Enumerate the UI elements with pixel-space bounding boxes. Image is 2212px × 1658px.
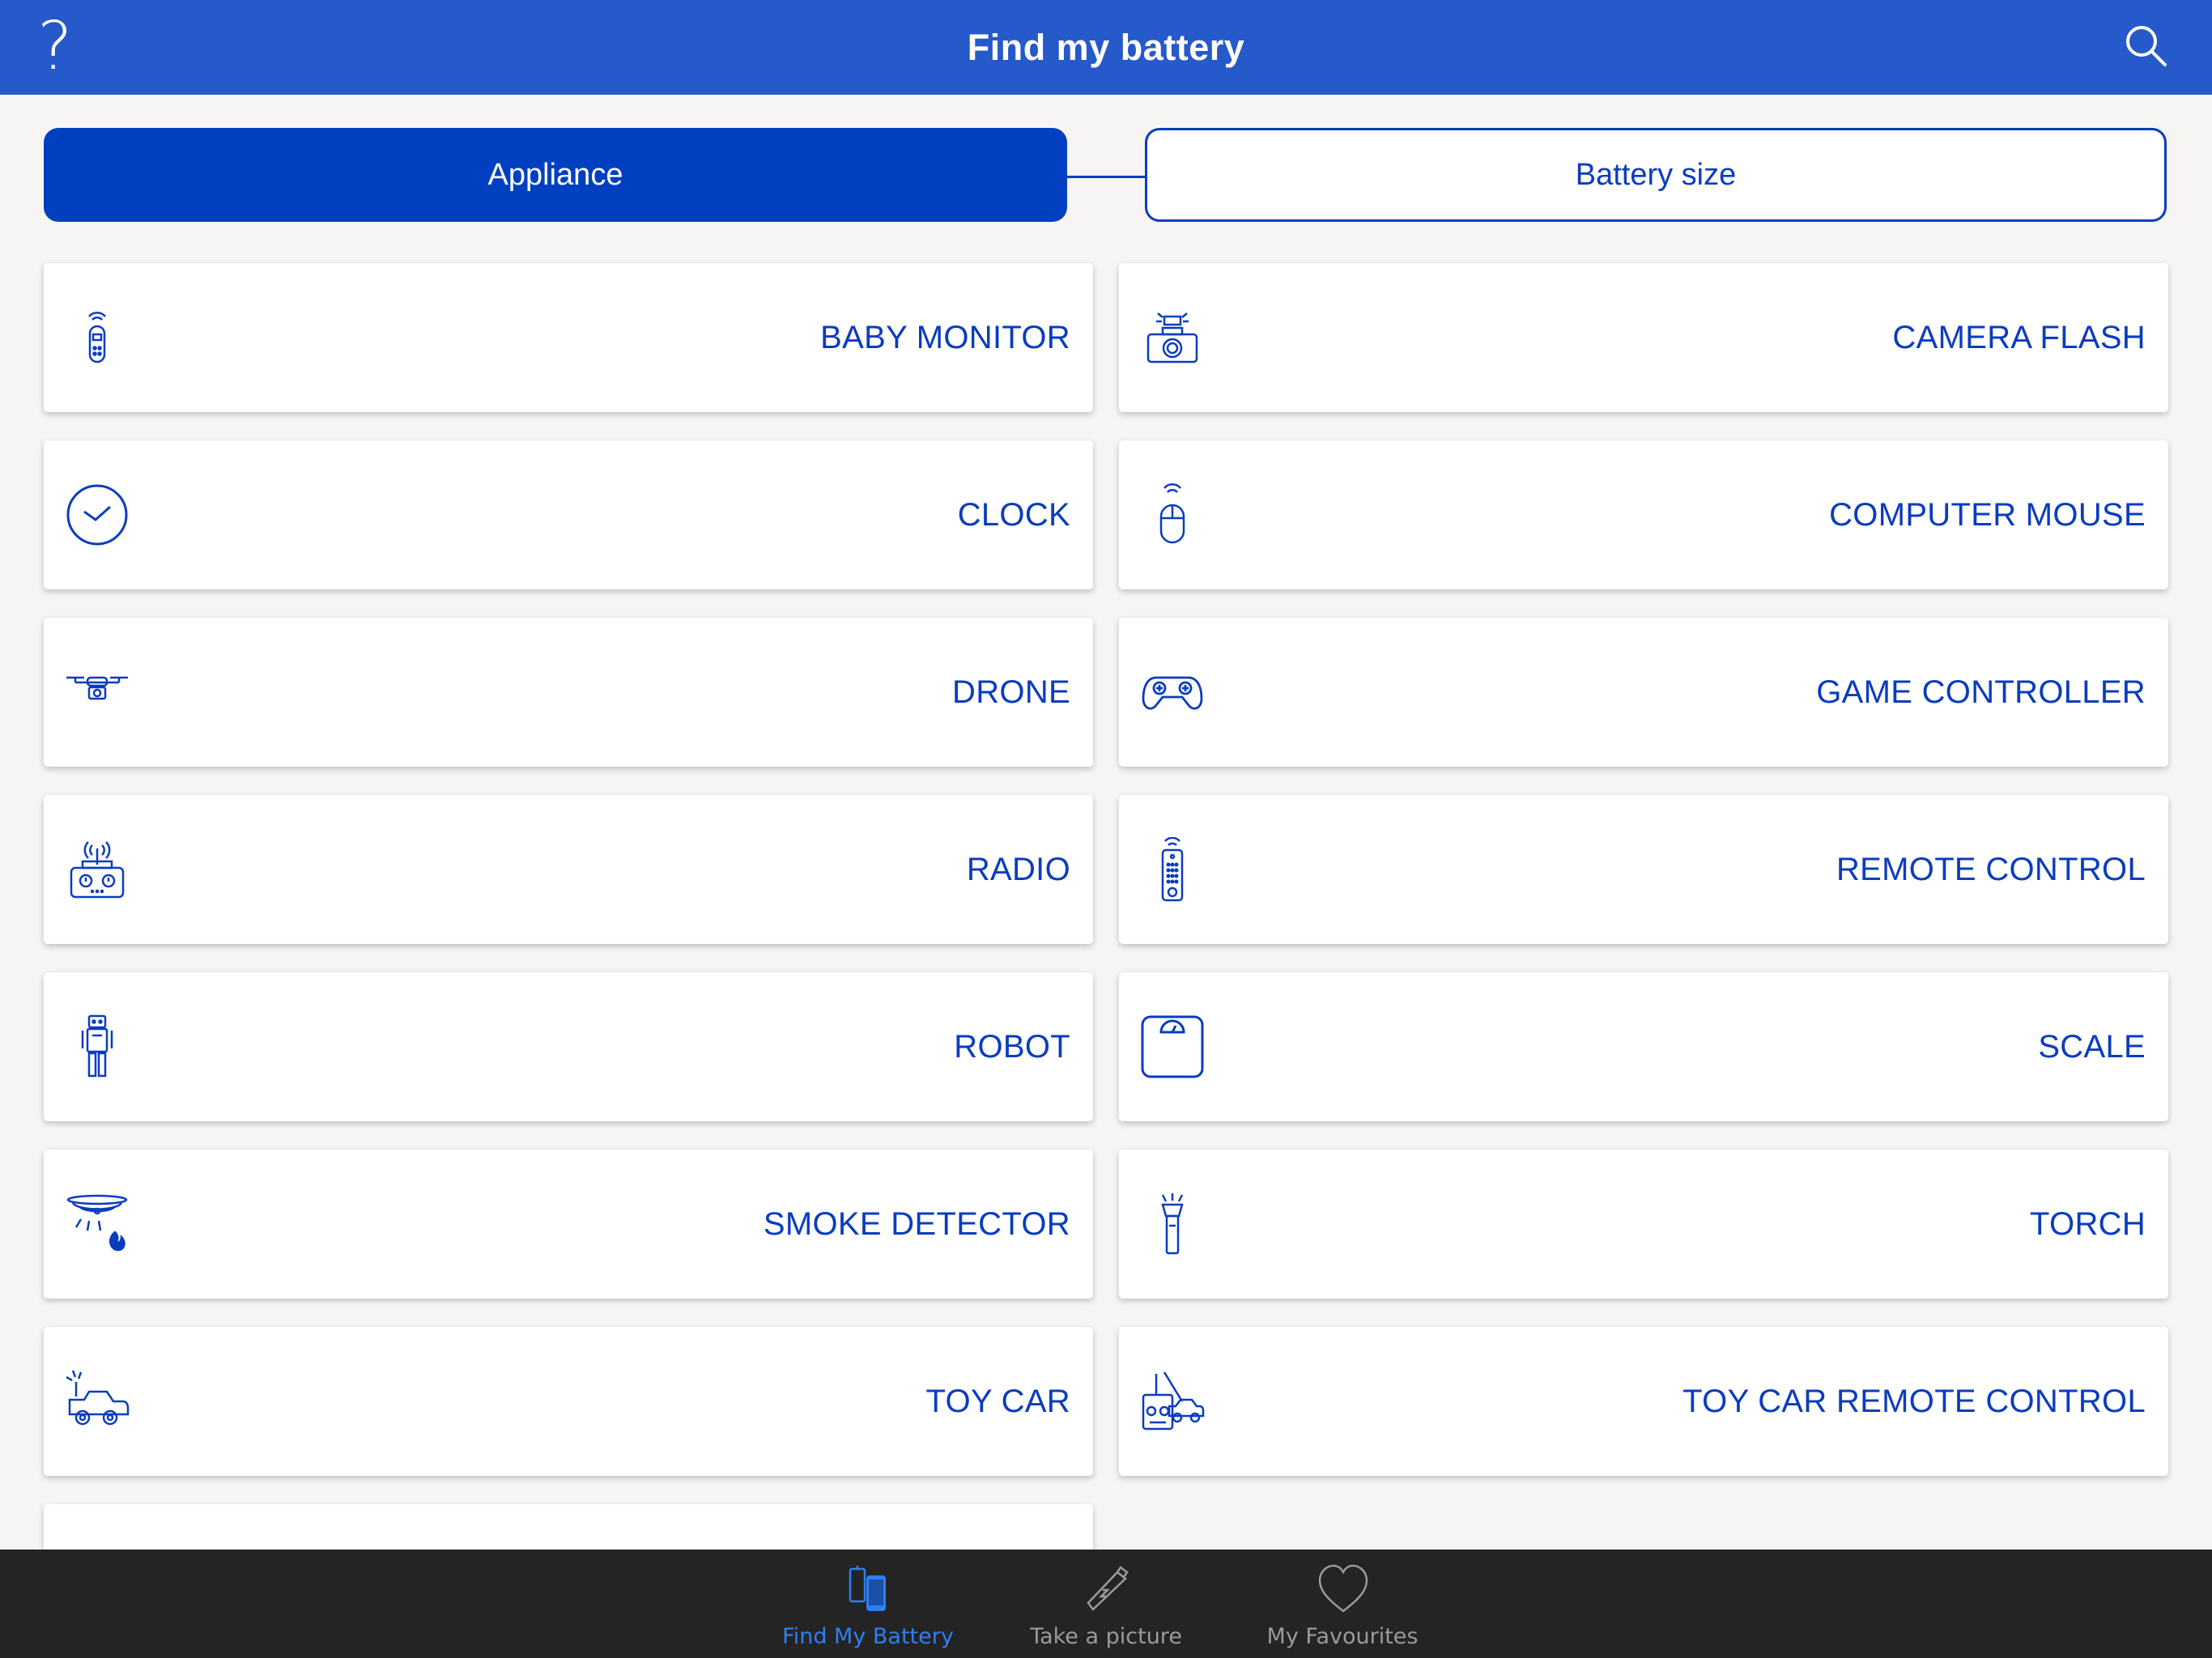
clock-icon bbox=[66, 484, 128, 546]
appliance-label: CLOCK bbox=[957, 497, 1070, 533]
appliance-label: SMOKE DETECTOR bbox=[763, 1206, 1070, 1242]
appliance-label: COMPUTER MOUSE bbox=[1829, 497, 2146, 533]
tab-label: Take a picture bbox=[1030, 1624, 1182, 1649]
appliance-card-robot[interactable]: ROBOT bbox=[44, 972, 1093, 1121]
appliance-card-torch[interactable]: TORCH bbox=[1119, 1150, 2168, 1299]
appliance-label: TORCH bbox=[2030, 1206, 2146, 1242]
segment-appliance[interactable]: Appliance bbox=[44, 128, 1067, 222]
appliance-card-toy-car-remote-control[interactable]: TOY CAR REMOTE CONTROL bbox=[1119, 1327, 2168, 1476]
appliance-label: RADIO bbox=[966, 852, 1070, 887]
camera-battery-icon bbox=[1087, 1566, 1129, 1611]
tab-find-my-battery[interactable]: Find My Battery bbox=[771, 1550, 965, 1658]
scale-icon bbox=[1141, 1015, 1204, 1078]
appliance-card-camera-flash[interactable]: CAMERA FLASH bbox=[1119, 263, 2168, 412]
drone-icon bbox=[66, 676, 128, 700]
segment-battery-size[interactable]: Battery size bbox=[1145, 128, 2167, 222]
toy-car-icon bbox=[66, 1370, 130, 1426]
radio-icon bbox=[70, 841, 125, 899]
appliance-label: SCALE bbox=[2038, 1029, 2146, 1065]
find-battery-icon bbox=[849, 1566, 886, 1611]
appliance-label: ROBOT bbox=[954, 1029, 1070, 1065]
appliance-label: BABY MONITOR bbox=[820, 320, 1070, 355]
appliance-label: REMOTE CONTROL bbox=[1836, 852, 2146, 887]
appliance-card-baby-monitor[interactable]: BABY MONITOR bbox=[44, 263, 1093, 412]
appliance-label: DRONE bbox=[952, 674, 1070, 710]
segment-connector bbox=[1067, 176, 1145, 178]
camera-flash-icon bbox=[1146, 312, 1198, 363]
appliance-card-radio[interactable]: RADIO bbox=[44, 795, 1093, 944]
appliance-card-game-controller[interactable]: GAME CONTROLLER bbox=[1119, 618, 2168, 767]
remote-control-icon bbox=[1161, 837, 1184, 902]
appliance-label: CAMERA FLASH bbox=[1892, 320, 2146, 355]
robot-icon bbox=[81, 1014, 113, 1078]
toy-car-remote-icon bbox=[1142, 1371, 1205, 1431]
appliance-card-smoke-detector[interactable]: SMOKE DETECTOR bbox=[44, 1150, 1093, 1299]
tab-my-favourites[interactable]: My Favourites bbox=[1245, 1550, 1440, 1658]
smoke-detector-icon bbox=[66, 1194, 128, 1252]
appliance-card-computer-mouse[interactable]: COMPUTER MOUSE bbox=[1119, 440, 2168, 589]
appliance-card-remote-control[interactable]: REMOTE CONTROL bbox=[1119, 795, 2168, 944]
appliance-label: TOY CAR REMOTE CONTROL bbox=[1682, 1384, 2146, 1419]
tab-label: Find My Battery bbox=[782, 1624, 954, 1649]
appliance-card-scale[interactable]: SCALE bbox=[1119, 972, 2168, 1121]
search-icon[interactable] bbox=[2121, 21, 2170, 70]
bottom-tab-bar: Find My Battery Take a picture My Favour… bbox=[0, 1550, 2212, 1658]
computer-mouse-icon bbox=[1159, 483, 1185, 544]
tab-label: My Favourites bbox=[1266, 1624, 1419, 1649]
appliance-card-clock[interactable]: CLOCK bbox=[44, 440, 1093, 589]
appliance-label: GAME CONTROLLER bbox=[1816, 674, 2146, 710]
top-app-bar: ? Find my battery bbox=[0, 0, 2212, 95]
page-title: Find my battery bbox=[967, 27, 1245, 68]
appliance-card-toy-car[interactable]: TOY CAR bbox=[44, 1327, 1093, 1476]
baby-monitor-icon bbox=[88, 312, 106, 363]
torch-icon bbox=[1161, 1193, 1184, 1255]
game-controller-icon bbox=[1142, 676, 1203, 710]
heart-icon bbox=[1318, 1564, 1368, 1613]
appliance-card-drone[interactable]: DRONE bbox=[44, 618, 1093, 767]
appliance-label: TOY CAR bbox=[925, 1384, 1070, 1419]
tab-take-a-picture[interactable]: Take a picture bbox=[1009, 1550, 1203, 1658]
